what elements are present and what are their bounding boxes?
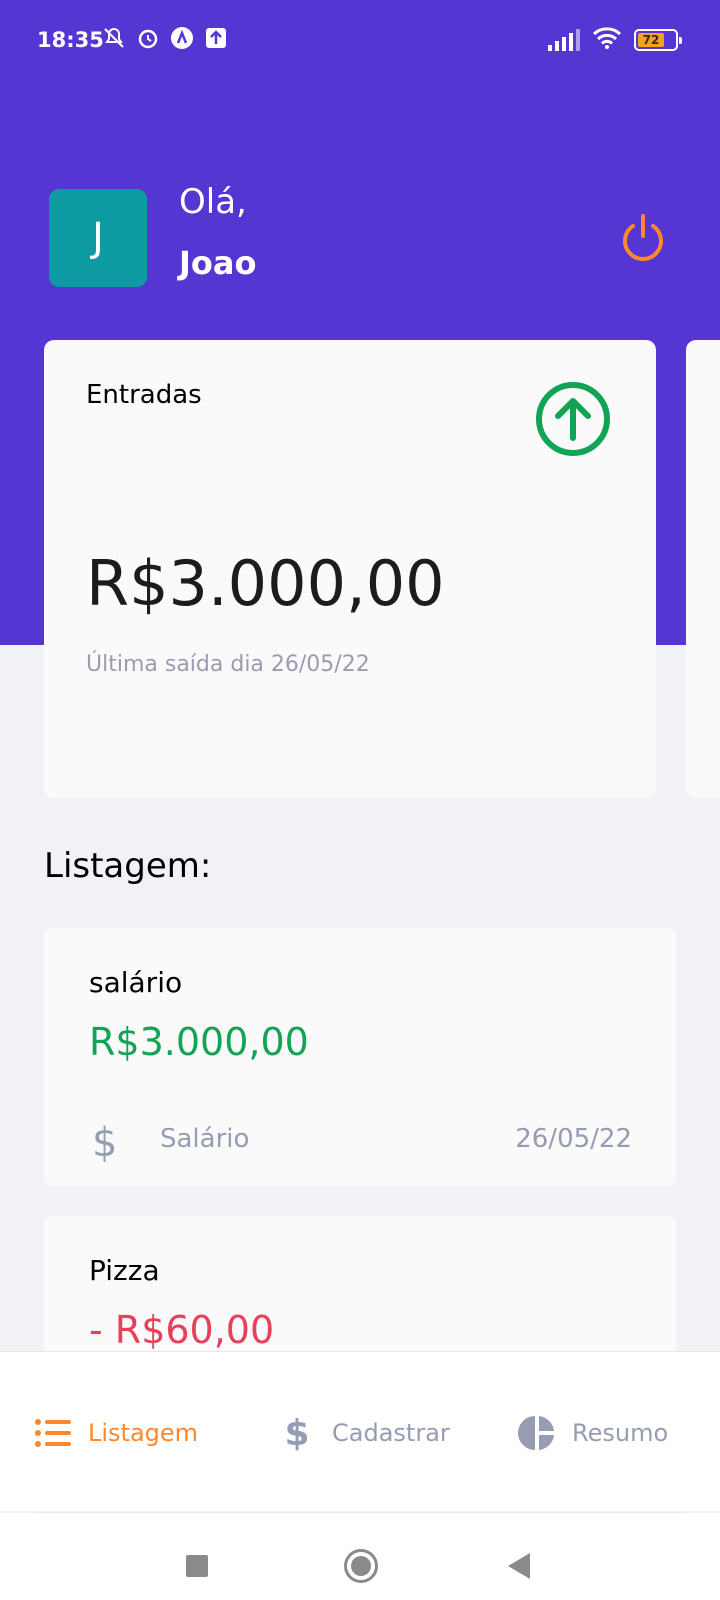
- highlight-card-title: Entradas: [86, 380, 202, 410]
- highlight-card-amount: R$3.000,00: [86, 547, 445, 620]
- back-button[interactable]: [508, 1553, 530, 1579]
- list-icon: [34, 1414, 72, 1452]
- transaction-amount: - R$60,00: [89, 1308, 275, 1352]
- upload-icon: [204, 26, 228, 50]
- system-navigation-bar: [0, 1513, 720, 1600]
- highlight-card-next-peek[interactable]: [686, 340, 720, 798]
- listing-title: Listagem:: [44, 846, 212, 886]
- highlight-card-last-transaction: Última saída dia 26/05/22: [86, 652, 370, 677]
- status-time: 18:35: [37, 28, 104, 52]
- transaction-name: salário: [89, 966, 183, 999]
- status-notification-icons: [102, 26, 228, 50]
- tab-resumo[interactable]: Resumo: [518, 1414, 668, 1452]
- tab-label: Listagem: [88, 1419, 199, 1447]
- signal-icon: [548, 29, 580, 51]
- user-name: Joao: [179, 244, 257, 282]
- transaction-amount: R$3.000,00: [89, 1020, 309, 1064]
- logout-button[interactable]: [620, 212, 666, 262]
- tab-label: Resumo: [572, 1419, 669, 1447]
- status-bar: 18:35 72: [0, 0, 720, 84]
- bottom-tab-bar: Listagem $ Cadastrar Resumo: [0, 1351, 720, 1511]
- transaction-category: Salário: [160, 1124, 250, 1154]
- battery-icon: 72: [634, 29, 682, 51]
- dollar-icon: $: [284, 1412, 310, 1454]
- app-a-icon: [170, 26, 194, 50]
- status-system-icons: 72: [548, 26, 682, 54]
- transaction-date: 26/05/22: [515, 1124, 632, 1154]
- transaction-card[interactable]: Pizza - R$60,00: [44, 1216, 676, 1366]
- dollar-icon: $: [92, 1120, 118, 1166]
- arrow-up-circle-icon: [534, 380, 612, 458]
- transaction-name: Pizza: [89, 1254, 160, 1287]
- tab-listagem[interactable]: Listagem: [34, 1414, 198, 1452]
- tab-label: Cadastrar: [332, 1419, 450, 1447]
- mute-icon: [102, 26, 126, 50]
- recents-button[interactable]: [186, 1555, 208, 1577]
- home-button[interactable]: [344, 1549, 378, 1583]
- power-icon: [623, 214, 663, 261]
- wifi-icon: [592, 26, 622, 54]
- avatar: J: [49, 189, 147, 287]
- pie-chart-icon: [518, 1414, 556, 1452]
- greeting-text: Olá,: [179, 182, 247, 222]
- alarm-icon: [136, 26, 160, 50]
- highlight-card-income: Entradas R$3.000,00 Última saída dia 26/…: [44, 340, 656, 798]
- battery-level: 72: [638, 33, 664, 47]
- transaction-card[interactable]: salário R$3.000,00 $ Salário 26/05/22: [44, 928, 676, 1186]
- tab-cadastrar[interactable]: $ Cadastrar: [278, 1412, 450, 1454]
